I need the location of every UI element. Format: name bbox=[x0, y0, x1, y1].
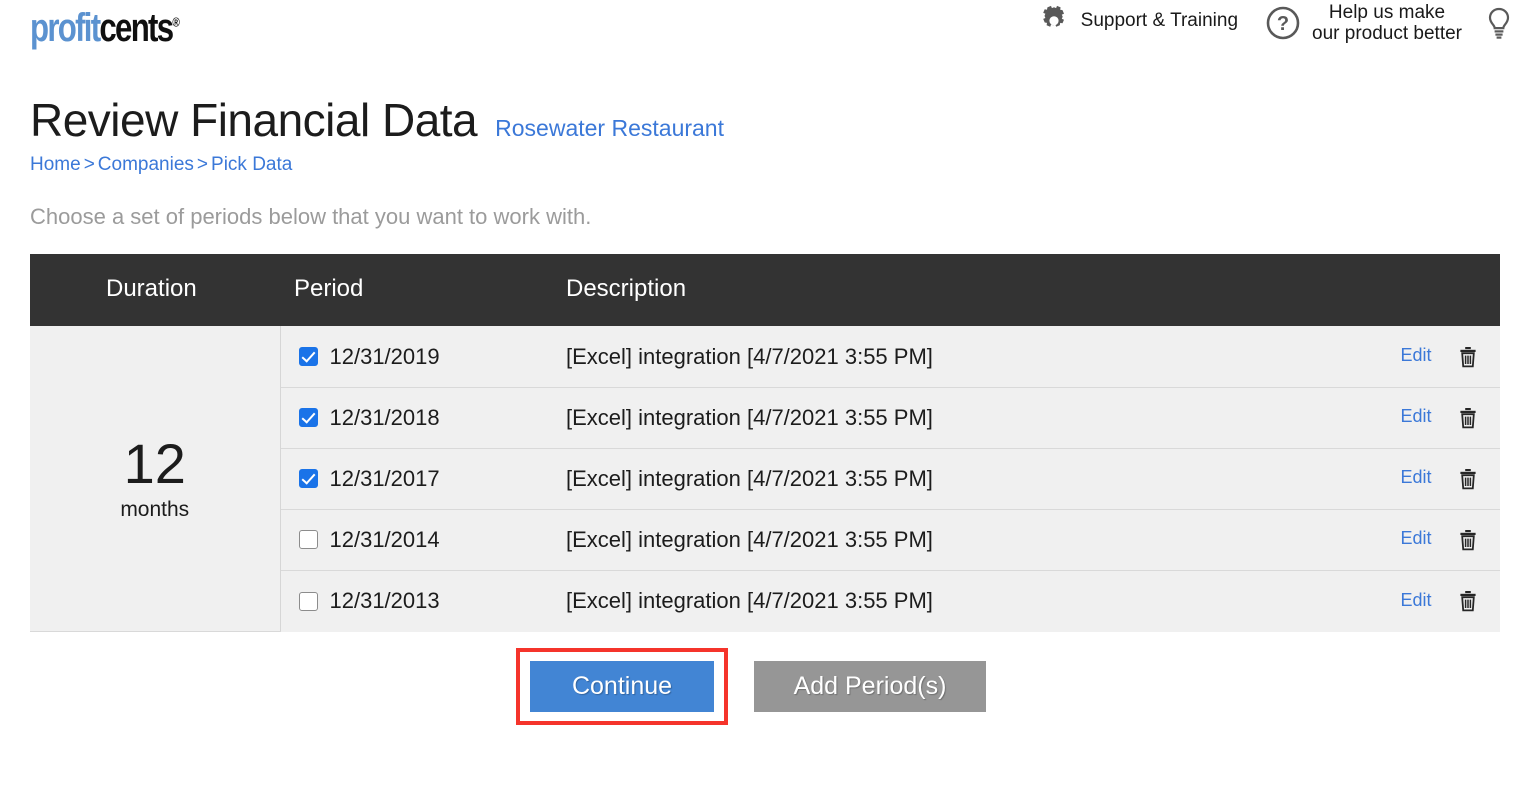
periods-table: Duration Period Description 12 months 12… bbox=[30, 254, 1500, 632]
edit-link[interactable]: Edit bbox=[1401, 590, 1432, 610]
duration-unit: months bbox=[120, 497, 190, 521]
edit-link[interactable]: Edit bbox=[1401, 467, 1432, 487]
gear-icon bbox=[1035, 2, 1073, 40]
periods-table-body: 12 months 12/31/2019 [Excel] integration… bbox=[30, 326, 1500, 632]
period-cell: 12/31/2019 bbox=[280, 326, 488, 388]
description-text: [Excel] integration [4/7/2021 3:55 PM] bbox=[566, 404, 933, 430]
breadcrumb-item-pick-data[interactable]: Pick Data bbox=[211, 154, 292, 175]
period-date: 12/31/2019 bbox=[329, 343, 440, 369]
column-header-description: Description bbox=[488, 254, 1320, 327]
description-text: [Excel] integration [4/7/2021 3:55 PM] bbox=[566, 588, 933, 614]
question-circle-icon: ? bbox=[1262, 2, 1304, 44]
help-feedback-label-line1: Help us make bbox=[1328, 2, 1446, 23]
header-actions: Support & Training ? Help us make our pr… bbox=[1035, 0, 1526, 62]
page-title-row: Review Financial Data Rosewater Restaura… bbox=[30, 94, 1526, 146]
period-checkbox[interactable] bbox=[298, 530, 318, 550]
help-feedback-label-line2: our product better bbox=[1312, 23, 1462, 45]
actions-cell: Edit bbox=[1320, 570, 1500, 632]
breadcrumb-separator-1: > bbox=[83, 154, 95, 176]
period-date: 12/31/2013 bbox=[329, 588, 440, 614]
periods-table-header: Duration Period Description bbox=[30, 254, 1500, 327]
help-feedback-button[interactable]: ? Help us make our product better bbox=[1262, 2, 1462, 45]
period-checkbox[interactable] bbox=[298, 408, 318, 428]
trash-icon[interactable] bbox=[1458, 346, 1478, 368]
table-row: 12 months 12/31/2019 [Excel] integration… bbox=[30, 326, 1500, 632]
breadcrumb-separator-2: > bbox=[196, 154, 209, 176]
period-checkbox[interactable] bbox=[298, 347, 318, 367]
lightbulb-icon bbox=[1478, 2, 1520, 46]
actions-cell: Edit bbox=[1320, 387, 1500, 449]
add-periods-button[interactable]: Add Period(s) bbox=[754, 660, 986, 713]
actions-cell: Edit bbox=[1320, 326, 1500, 388]
edit-link[interactable]: Edit bbox=[1401, 528, 1432, 548]
period-cell: 12/31/2013 bbox=[280, 570, 488, 632]
app-header: profitcents® Support & Training ? Help u… bbox=[0, 0, 1526, 78]
column-header-period: Period bbox=[280, 254, 488, 327]
period-date: 12/31/2018 bbox=[329, 404, 440, 430]
column-header-duration: Duration bbox=[30, 254, 280, 327]
breadcrumb-item-companies[interactable]: Companies bbox=[98, 154, 194, 175]
registered-trademark-icon: ® bbox=[172, 14, 180, 30]
description-cell: [Excel] integration [4/7/2021 3:55 PM] bbox=[488, 448, 1320, 510]
svg-text:?: ? bbox=[1277, 13, 1289, 35]
period-checkbox[interactable] bbox=[298, 469, 318, 489]
duration-group-cell: 12 months bbox=[30, 326, 281, 632]
action-button-bar: Continue Add Period(s) bbox=[0, 647, 1526, 726]
trash-icon[interactable] bbox=[1458, 407, 1478, 429]
description-cell: [Excel] integration [4/7/2021 3:55 PM] bbox=[488, 326, 1320, 388]
continue-button[interactable]: Continue bbox=[530, 660, 714, 713]
trash-icon[interactable] bbox=[1458, 468, 1478, 490]
description-text: [Excel] integration [4/7/2021 3:55 PM] bbox=[566, 343, 933, 369]
description-cell: [Excel] integration [4/7/2021 3:55 PM] bbox=[488, 570, 1320, 632]
ideas-lightbulb-button[interactable] bbox=[1478, 2, 1520, 46]
instruction-text: Choose a set of periods below that you w… bbox=[30, 204, 592, 230]
trash-icon[interactable] bbox=[1458, 529, 1478, 551]
logo-text-cents: cents bbox=[99, 6, 174, 50]
company-name-link[interactable]: Rosewater Restaurant bbox=[495, 115, 724, 142]
support-and-training-label: Support & Training bbox=[1080, 10, 1239, 32]
logo-text-profit: profit bbox=[30, 6, 101, 50]
period-date: 12/31/2014 bbox=[329, 526, 440, 552]
breadcrumb: Home > Companies > Pick Data bbox=[30, 154, 1526, 176]
period-cell: 12/31/2014 bbox=[280, 509, 488, 571]
trash-icon[interactable] bbox=[1458, 590, 1478, 612]
breadcrumb-item-home[interactable]: Home bbox=[30, 154, 81, 175]
description-text: [Excel] integration [4/7/2021 3:55 PM] bbox=[566, 526, 933, 552]
period-cell: 12/31/2018 bbox=[280, 387, 488, 449]
duration-number: 12 bbox=[123, 431, 186, 495]
continue-button-highlight: Continue bbox=[516, 647, 728, 726]
support-and-training-button[interactable]: Support & Training bbox=[1035, 2, 1238, 40]
column-header-actions bbox=[1320, 254, 1500, 327]
period-date: 12/31/2017 bbox=[329, 465, 440, 491]
edit-link[interactable]: Edit bbox=[1401, 345, 1432, 365]
actions-cell: Edit bbox=[1320, 509, 1500, 571]
table-header-row: Duration Period Description bbox=[30, 254, 1500, 327]
page-title: Review Financial Data bbox=[30, 94, 478, 146]
help-feedback-label: Help us make our product better bbox=[1312, 2, 1462, 45]
profitcents-logo[interactable]: profitcents® bbox=[30, 8, 180, 48]
period-cell: 12/31/2017 bbox=[280, 448, 488, 510]
description-text: [Excel] integration [4/7/2021 3:55 PM] bbox=[566, 465, 933, 491]
description-cell: [Excel] integration [4/7/2021 3:55 PM] bbox=[488, 509, 1320, 571]
actions-cell: Edit bbox=[1320, 448, 1500, 510]
description-cell: [Excel] integration [4/7/2021 3:55 PM] bbox=[488, 387, 1320, 449]
edit-link[interactable]: Edit bbox=[1401, 406, 1432, 426]
period-checkbox[interactable] bbox=[298, 591, 318, 611]
